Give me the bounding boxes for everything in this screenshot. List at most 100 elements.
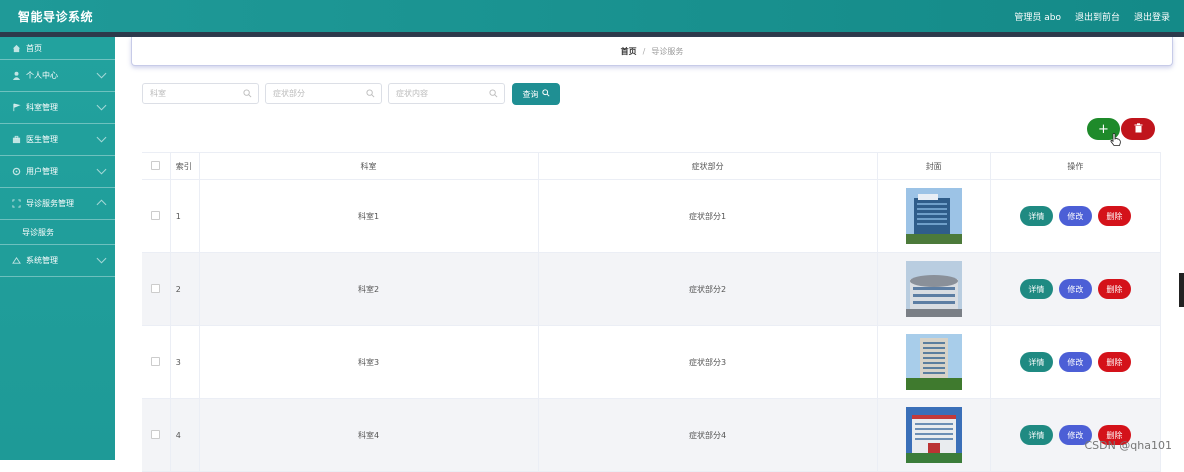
row-dept: 科室3 [199,325,539,399]
chevron-down-icon [96,132,107,143]
content-search-input[interactable]: 症状内容 [388,83,505,104]
scrollbar-handle[interactable] [1179,273,1184,307]
breadcrumb-home[interactable]: 首页 [621,46,637,57]
edit-button[interactable]: 修改 [1058,279,1092,299]
hospital-thumbnail [905,334,962,390]
expand-icon [12,199,21,208]
sidebar-subitem-guide-service[interactable]: 导诊服务 [0,220,115,245]
row-symptom: 症状部分4 [538,398,878,472]
row-checkbox-cell [142,325,171,399]
table-row: 4 科室4 症状部分4 详情 修改 删除 [142,398,1162,472]
sidebar-item-label: 系统管理 [26,256,58,265]
query-button[interactable]: 查询 [512,83,560,105]
hospital-thumbnail [905,261,962,317]
row-checkbox-cell [142,179,171,253]
row-checkbox[interactable] [151,429,161,439]
detail-button[interactable]: 详情 [1019,352,1053,372]
hospital-thumbnail [905,188,962,244]
column-header-symptom: 症状部分 [538,152,878,180]
row-checkbox-cell [142,252,171,326]
chevron-down-icon [96,68,107,79]
dept-search-input[interactable]: 科室 [142,83,259,104]
app-title: 智能导诊系统 [18,10,94,24]
search-icon [489,89,498,100]
delete-button[interactable]: 删除 [1097,279,1131,299]
row-actions-cell: 详情 修改 删除 [990,252,1162,326]
settings-icon [12,256,21,265]
row-actions-cell: 详情 修改 删除 [990,325,1162,399]
column-header-dept: 科室 [199,152,539,180]
sidebar-item-users[interactable]: 用户管理 [0,156,115,188]
detail-button[interactable]: 详情 [1019,206,1053,226]
select-all-header [142,152,171,180]
row-index: 2 [170,252,200,326]
select-all-checkbox[interactable] [151,160,161,170]
symptom-placeholder: 症状部分 [273,89,305,98]
watermark: CSDN @qha101 [1084,439,1172,452]
hand-cursor-icon [1110,133,1121,150]
edit-button[interactable]: 修改 [1058,352,1092,372]
table-row: 2 科室2 症状部分2 详情 修改 删除 [142,252,1162,326]
row-checkbox-cell [142,398,171,472]
home-icon [12,44,21,53]
table-header-row: 索引 科室 症状部分 封面 操作 [142,152,1162,180]
detail-button[interactable]: 详情 [1019,279,1053,299]
delete-button[interactable]: 删除 [1097,352,1131,372]
row-checkbox[interactable] [151,356,161,366]
sidebar-item-label: 导诊服务管理 [26,199,74,208]
column-header-cover: 封面 [877,152,991,180]
row-actions-cell: 详情 修改 删除 [990,179,1162,253]
sidebar-item-home[interactable]: 首页 [0,37,115,60]
hospital-thumbnail [905,407,962,463]
edit-button[interactable]: 修改 [1058,206,1092,226]
gear-icon [12,167,21,176]
search-bar: 科室 症状部分 症状内容 查询 [142,83,560,105]
breadcrumb: 首页 / 导诊服务 [131,37,1173,66]
dept-placeholder: 科室 [150,89,166,98]
sidebar-item-personal[interactable]: 个人中心 [0,60,115,92]
sidebar-item-system[interactable]: 系统管理 [0,245,115,277]
back-to-front-link[interactable]: 退出到前台 [1075,10,1120,23]
row-index: 3 [170,325,200,399]
table-row: 3 科室3 症状部分3 详情 修改 删除 [142,325,1162,399]
plus-icon: + [1098,121,1109,137]
row-actions-cell: 详情 修改 删除 [990,398,1162,472]
row-checkbox[interactable] [151,283,161,293]
table-row: 1 科室1 症状部分1 详情 修改 删除 [142,179,1162,253]
service-table: 索引 科室 症状部分 封面 操作 1 科室1 症状部分1 详情 修改 删除 2 … [142,152,1162,472]
detail-button[interactable]: 详情 [1019,425,1053,445]
sidebar-item-label: 科室管理 [26,103,58,112]
flag-icon [12,103,21,112]
row-cover-cell [877,252,991,326]
briefcase-icon [12,135,21,144]
sidebar-item-doctor[interactable]: 医生管理 [0,124,115,156]
delete-button[interactable]: 删除 [1097,206,1131,226]
row-dept: 科室4 [199,398,539,472]
row-symptom: 症状部分3 [538,325,878,399]
sidebar-item-label: 用户管理 [26,167,58,176]
query-label: 查询 [522,89,539,99]
column-header-index: 索引 [170,152,200,180]
row-cover-cell [877,398,991,472]
sidebar-item-label: 个人中心 [26,71,58,80]
row-symptom: 症状部分1 [538,179,878,253]
sidebar-item-label: 医生管理 [26,135,58,144]
row-index: 4 [170,398,200,472]
trash-icon [1134,122,1143,136]
symptom-search-input[interactable]: 症状部分 [265,83,382,104]
sidebar-item-label: 首页 [26,43,42,53]
main-content: 首页 / 导诊服务 科室 症状部分 症状内容 查询 + 索引 科室 症状部分 封… [115,37,1184,472]
breadcrumb-separator: / [642,46,646,56]
row-dept: 科室1 [199,179,539,253]
sidebar-item-dept[interactable]: 科室管理 [0,92,115,124]
logout-link[interactable]: 退出登录 [1134,10,1170,23]
chevron-down-icon [96,164,107,175]
sidebar: 首页 个人中心 科室管理 医生管理 用户管理 导诊服务管理 导诊服务 系统管理 [0,37,115,460]
batch-delete-button[interactable] [1121,118,1155,140]
row-dept: 科室2 [199,252,539,326]
row-cover-cell [877,179,991,253]
chevron-down-icon [96,100,107,111]
search-icon [243,89,252,100]
sidebar-item-guide-mgmt[interactable]: 导诊服务管理 [0,188,115,220]
row-checkbox[interactable] [151,210,161,220]
